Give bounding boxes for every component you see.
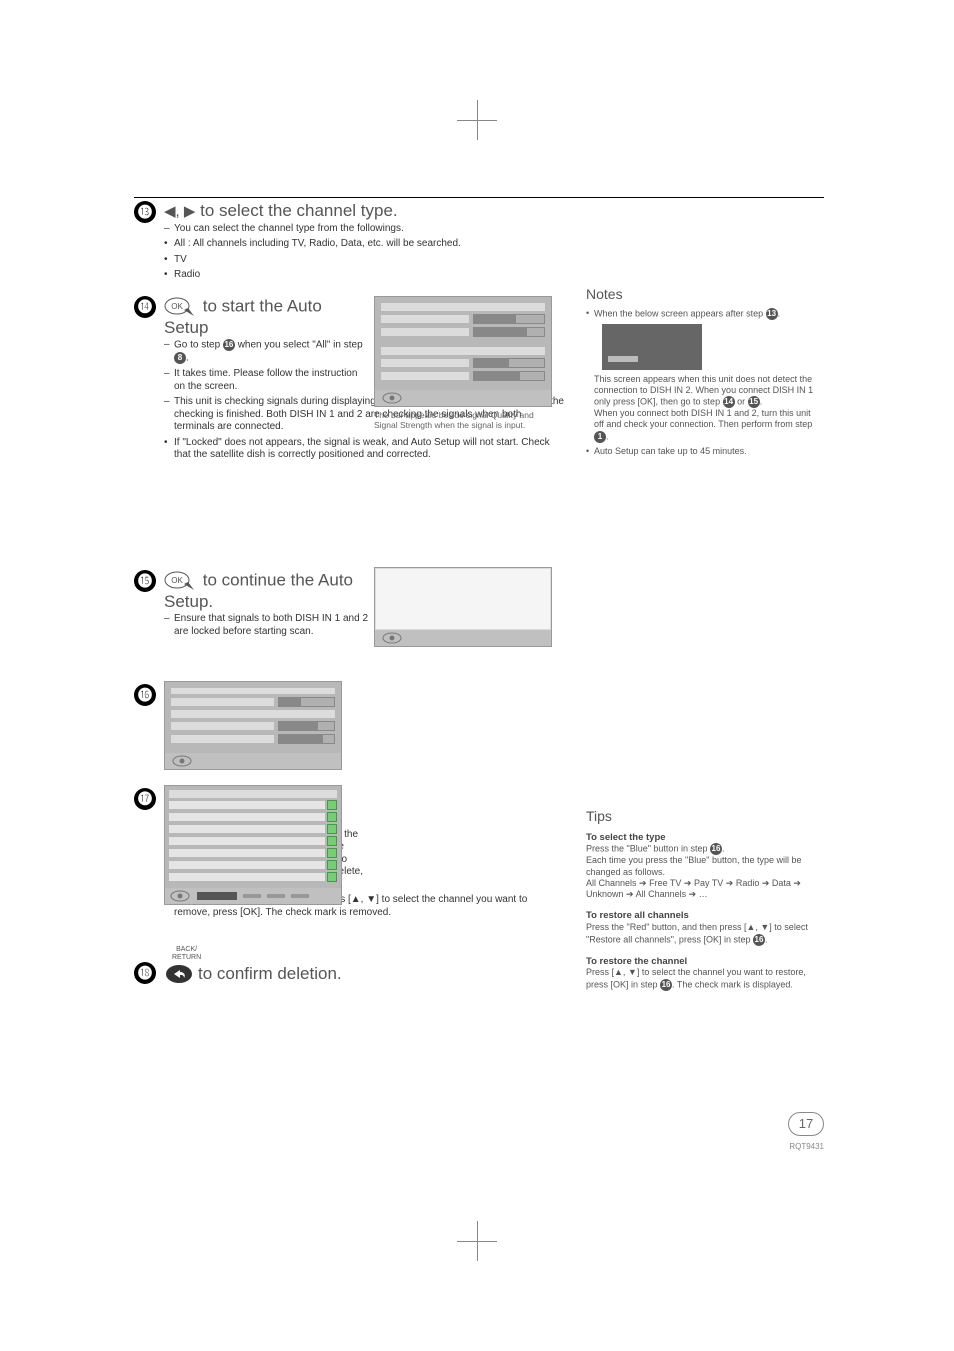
tip-title: To restore all channels [586, 910, 816, 922]
step-12: ⓭ ◀, ▶ to select the channel type. You c… [134, 201, 564, 282]
svg-text:OK: OK [171, 302, 183, 311]
ok-button-icon: OK [164, 570, 198, 592]
ok-button-icon: OK [164, 296, 198, 318]
note-text: When you connect both DISH IN 1 and 2, t… [594, 408, 812, 429]
notes-sidebar: Notes When the below screen appears afte… [586, 286, 816, 460]
step-16: ⓱ Delete unwanted channels. To delete al… [134, 788, 564, 948]
tip-restore-all: To restore all channels Press the "Red" … [586, 910, 816, 945]
manual-page: ⓭ ◀, ▶ to select the channel type. You c… [0, 0, 954, 1351]
eye-icon [381, 631, 403, 645]
tips-heading: Tips [586, 808, 816, 826]
page-footer: 17 RQT9431 [788, 1112, 824, 1151]
page-number: 17 [788, 1112, 824, 1136]
tip-text: Each time you press the "Blue" button, t… [586, 855, 802, 876]
step-13: ⓮ OK to start the Auto Setup Go to step … [134, 296, 564, 556]
main-column: ⓭ ◀, ▶ to select the channel type. You c… [134, 201, 564, 1000]
eye-icon [381, 391, 403, 405]
screenshot-caption: The bar appears beside signal Quality an… [374, 410, 554, 430]
eye-icon [171, 754, 193, 768]
doc-code: RQT9431 [788, 1142, 824, 1151]
step-14: ⓯ OK to continue the Auto Setup. Ensure … [134, 570, 564, 670]
notes-heading: Notes [586, 286, 816, 304]
screenshot-auto-setup: The bar appears beside signal Quality an… [374, 296, 554, 430]
screenshot-delete-channels [164, 785, 344, 905]
step-bullet: Ensure that signals to both DISH IN 1 an… [164, 613, 369, 638]
step-ref-badge: 16 [660, 979, 672, 991]
step-number-badge: ⓯ [134, 570, 156, 592]
step-number-badge: ⓲ [134, 962, 156, 984]
step-number-badge: ⓱ [134, 788, 156, 810]
eye-icon [169, 889, 191, 903]
tip-title: To select the type [586, 832, 816, 844]
tip-select-type: To select the type Press the "Blue" butt… [586, 832, 816, 901]
tips-sidebar: Tips To select the type Press the "Blue"… [586, 808, 816, 1001]
left-right-arrow-icon: ◀, ▶ [164, 203, 195, 220]
crop-mark-icon [457, 1221, 497, 1261]
step-ref-badge: 15 [748, 396, 760, 408]
step-ref-badge: 16 [710, 843, 722, 855]
tip-title: To restore the channel [586, 956, 816, 968]
note-item: When the below screen appears after step… [586, 308, 816, 443]
step-ref-badge: 8 [174, 352, 186, 364]
step-ref-badge: 1 [594, 431, 606, 443]
step-bullet: It takes time. Please follow the instruc… [164, 368, 369, 393]
note-item: Auto Setup can take up to 45 minutes. [586, 446, 816, 457]
header-divider [134, 197, 824, 198]
step-bullet: You can select the channel type from the… [164, 223, 564, 236]
step-ref-badge: 13 [766, 308, 778, 320]
crop-mark-icon [457, 100, 497, 140]
step-17: ⓲ BACK/ RETURN to confirm deletion. [134, 962, 564, 986]
step-number-badge: ⓭ [134, 201, 156, 223]
step-ref-badge: 16 [223, 339, 235, 351]
svg-text:OK: OK [171, 576, 183, 585]
step-bullet: All : All channels including TV, Radio, … [164, 238, 564, 251]
step-number-badge: ⓮ [134, 296, 156, 318]
screenshot-thumb [602, 324, 702, 370]
screenshot-continue [374, 567, 554, 647]
step-heading: to select the channel type. [195, 201, 397, 220]
tip-restore-channel: To restore the channel Press [▲, ▼] to s… [586, 956, 816, 991]
note-text: This screen appears when this unit does … [594, 374, 813, 407]
step-bullet: Radio [164, 269, 564, 282]
screenshot-scan [164, 681, 344, 770]
step-ref-badge: 16 [753, 934, 765, 946]
step-15: ⓰ OK to start the scan. The scan starts. [134, 684, 564, 774]
tip-text: All Channels ➔ Free TV ➔ Pay TV ➔ Radio … [586, 878, 801, 899]
step-bullet: TV [164, 254, 564, 267]
step-bullet: Go to step 16 when you select "All" in s… [164, 339, 369, 365]
step-heading: to confirm deletion. [198, 964, 342, 984]
step-bullet: If "Locked" does not appears, the signal… [164, 437, 564, 462]
back-return-button-icon: BACK/ RETURN [164, 962, 194, 986]
step-number-badge: ⓰ [134, 684, 156, 706]
step-ref-badge: 14 [723, 396, 735, 408]
